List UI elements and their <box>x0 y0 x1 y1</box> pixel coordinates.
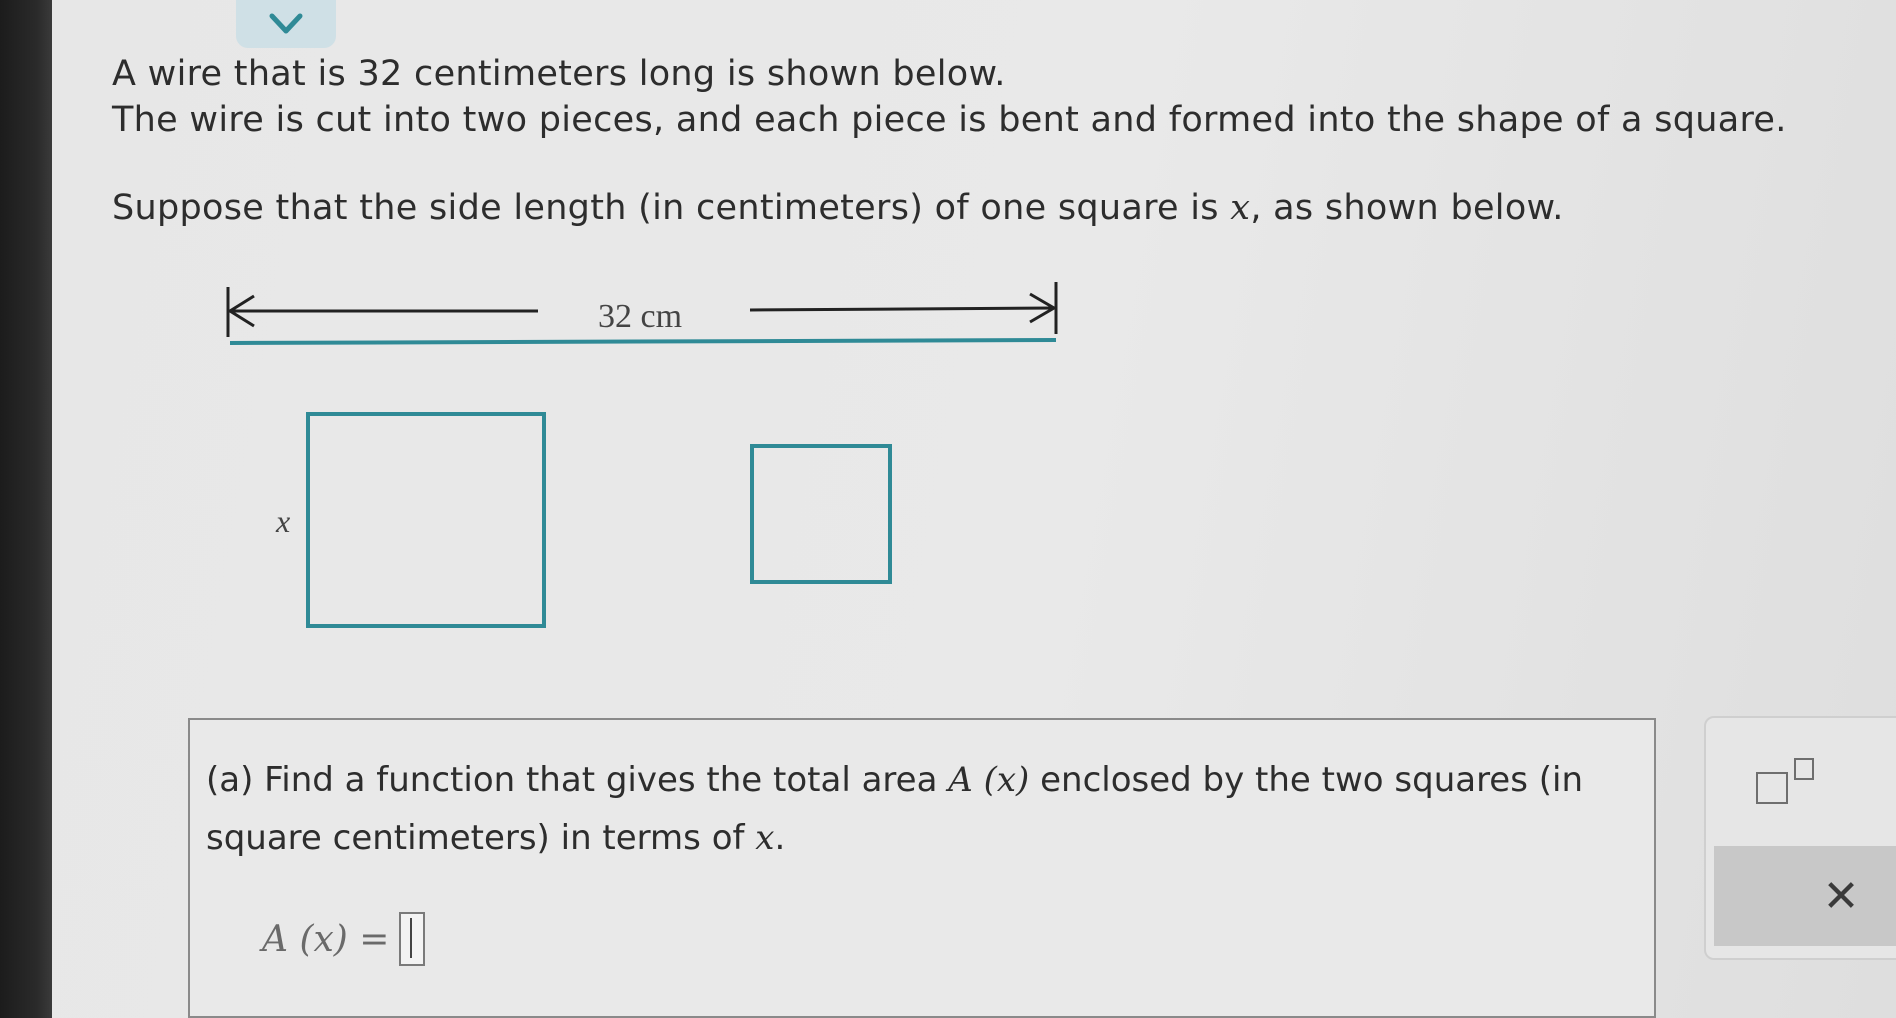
problem-text-line2: The wire is cut into two pieces, and eac… <box>112 100 1787 140</box>
problem-text-line3: Suppose that the side length (in centime… <box>112 188 1564 228</box>
screen-bezel <box>0 0 52 1018</box>
problem-text-line1: A wire that is 32 centimeters long is sh… <box>112 54 1006 94</box>
answer-input[interactable] <box>399 912 426 966</box>
math-toolbar: ✕ <box>1704 716 1896 960</box>
collapse-toggle[interactable] <box>236 0 336 48</box>
question-panel: (a) Find a function that gives the total… <box>188 718 1656 1018</box>
question-text-line2: square centimeters) in terms of x. <box>206 818 786 858</box>
chevron-down-icon <box>269 13 303 34</box>
wire-length-label: 32 cm <box>598 298 683 335</box>
exponent-button[interactable] <box>1756 754 1826 814</box>
question-text-line1: (a) Find a function that gives the total… <box>206 760 1584 800</box>
side-length-label: x <box>276 503 291 539</box>
answer-row: A (x) = <box>262 912 426 966</box>
close-icon: ✕ <box>1822 870 1860 922</box>
clear-button[interactable]: ✕ <box>1714 846 1896 946</box>
answer-label: A (x) = <box>262 918 390 960</box>
